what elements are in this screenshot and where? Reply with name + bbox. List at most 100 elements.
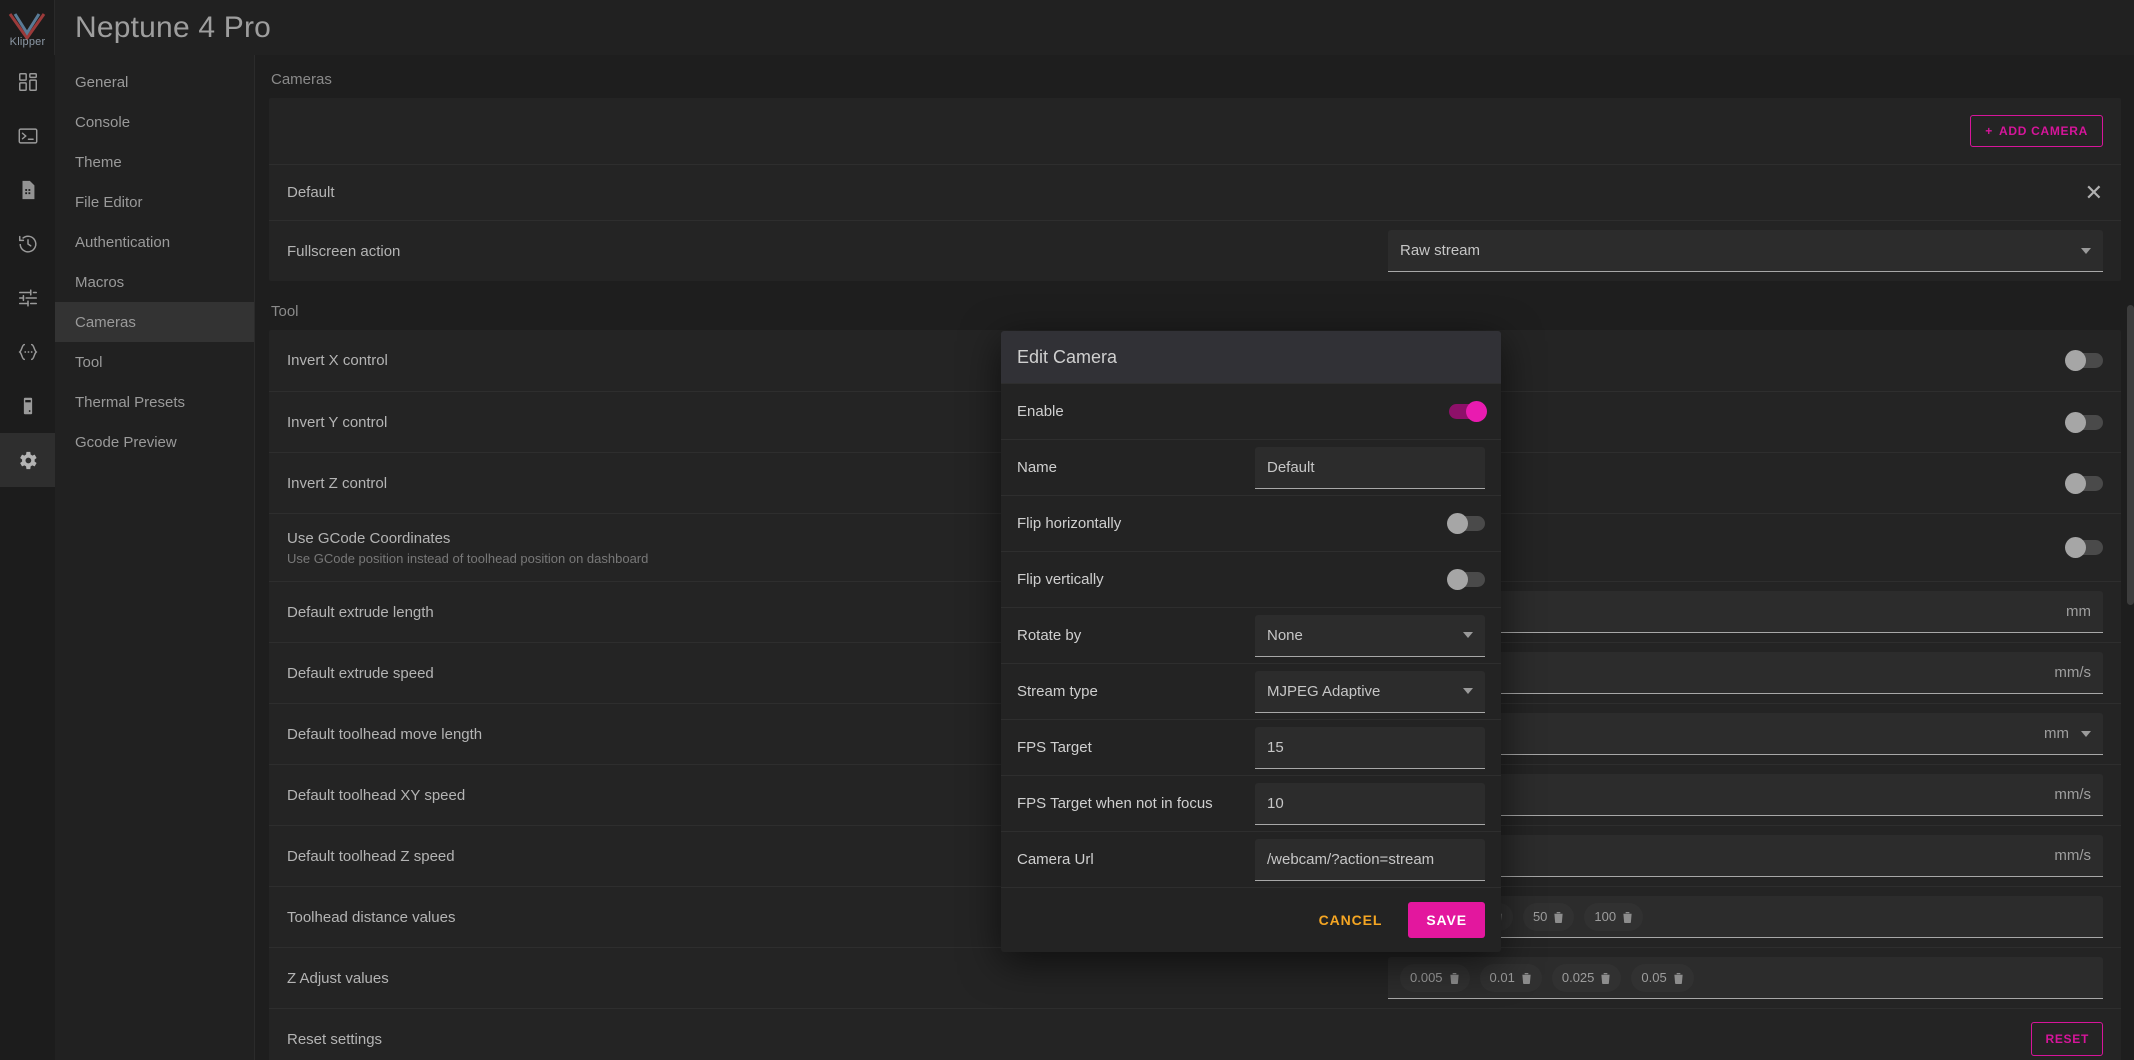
rail-item-console[interactable] (0, 109, 55, 163)
content-scrollbar[interactable] (2127, 55, 2134, 1060)
invert-y-toggle[interactable] (2065, 411, 2103, 433)
camera-url-label: Camera Url (1017, 851, 1094, 868)
fullscreen-action-select[interactable]: Raw stream (1388, 230, 2103, 272)
rail-item-history[interactable] (0, 217, 55, 271)
fps-target-not-in-focus-input[interactable]: 10 (1255, 782, 1485, 825)
stream-type-label: Stream type (1017, 683, 1098, 700)
name-value: Default (1267, 458, 1315, 476)
name-label: Name (1017, 459, 1058, 476)
trash-icon[interactable] (1449, 972, 1460, 984)
chip-label: 50 (1532, 909, 1548, 924)
klipper-logo[interactable]: Klipper (0, 0, 55, 55)
fullscreen-action-label: Fullscreen action (287, 242, 401, 260)
add-camera-button[interactable]: + ADD CAMERA (1970, 115, 2103, 147)
fps-target-value: 15 (1267, 738, 1284, 756)
sidebar-item-authentication[interactable]: Authentication (55, 222, 254, 262)
printer-icon (17, 395, 39, 417)
cancel-button[interactable]: CANCEL (1309, 904, 1393, 936)
dialog-row-flip-horizontally: Flip horizontally (1001, 495, 1501, 551)
trash-icon[interactable] (1521, 972, 1532, 984)
sidebar-item-file-editor[interactable]: File Editor (55, 182, 254, 222)
fullscreen-action-row: Fullscreen action Raw stream (269, 220, 2121, 281)
sidebar-item-cameras[interactable]: Cameras (55, 302, 254, 342)
save-button[interactable]: SAVE (1408, 902, 1485, 938)
toggle-knob (2065, 472, 2086, 494)
trash-icon[interactable] (1600, 972, 1611, 984)
console-icon (17, 125, 39, 147)
default-toolhead-move-length-label: Default toolhead move length (287, 725, 483, 743)
trash-icon[interactable] (1622, 911, 1633, 923)
use-gcode-coordinates-toggle[interactable] (2065, 537, 2103, 558)
sidebar-item-tool[interactable]: Tool (55, 342, 254, 382)
z-adjust-chips: 0.005 0.01 0.025 0.05 (1400, 963, 1694, 992)
use-gcode-coordinates-label: Use GCode Coordinates (287, 529, 451, 547)
page-title: Neptune 4 Pro (75, 10, 272, 44)
chip-toolhead-distance[interactable]: 50 (1522, 902, 1575, 931)
row-reset-settings: Reset settings RESET (269, 1008, 2121, 1060)
stream-type-value: MJPEG Adaptive (1267, 682, 1381, 700)
logo-wordmark: Klipper (9, 36, 46, 48)
enable-label: Enable (1017, 403, 1064, 420)
toggle-knob (2065, 411, 2086, 433)
sidebar-item-console[interactable]: Console (55, 102, 254, 142)
camera-url-input[interactable]: /webcam/?action=stream (1255, 838, 1485, 881)
toggle-knob (2065, 350, 2086, 371)
invert-x-toggle[interactable] (2065, 350, 2103, 371)
rail-item-settings[interactable] (0, 433, 55, 487)
tool-section-title: Tool (271, 303, 299, 320)
default-extrude-speed-label: Default extrude speed (287, 664, 434, 682)
chip-z-adjust[interactable]: 0.025 (1551, 963, 1622, 992)
sidebar-item-general[interactable]: General (55, 62, 254, 102)
toggle-knob (1466, 401, 1487, 422)
enable-toggle[interactable] (1449, 401, 1487, 422)
trash-icon[interactable] (1553, 911, 1564, 923)
rail-item-files[interactable] (0, 163, 55, 217)
flip-vertically-label: Flip vertically (1017, 571, 1104, 588)
fps-target-input[interactable]: 15 (1255, 726, 1485, 769)
reset-settings-label: Reset settings (287, 1030, 383, 1048)
z-adjust-values-input[interactable]: 0.005 0.01 0.025 0.05 (1388, 957, 2103, 999)
stream-type-select[interactable]: MJPEG Adaptive (1255, 670, 1485, 713)
chip-z-adjust[interactable]: 0.05 (1631, 963, 1694, 992)
dialog-row-enable: Enable (1001, 383, 1501, 439)
row-z-adjust-values: Z Adjust values 0.005 0.01 0.025 0.05 (269, 947, 2121, 1008)
scrollbar-thumb[interactable] (2127, 305, 2134, 605)
sidebar-item-gcode-preview[interactable]: Gcode Preview (55, 422, 254, 462)
flip-horizontally-toggle[interactable] (1447, 513, 1485, 534)
file-icon (17, 179, 39, 201)
chip-label: 0.05 (1641, 970, 1667, 985)
use-gcode-coordinates-description: Use GCode position instead of toolhead p… (287, 550, 649, 566)
chip-toolhead-distance[interactable]: 100 (1584, 902, 1644, 931)
reset-settings-button[interactable]: RESET (2031, 1022, 2103, 1056)
sidebar-item-macros[interactable]: Macros (55, 262, 254, 302)
trash-icon[interactable] (1673, 972, 1684, 984)
fps-target-not-in-focus-label: FPS Target when not in focus (1017, 795, 1213, 812)
chip-z-adjust[interactable]: 0.01 (1479, 963, 1542, 992)
plus-icon: + (1985, 124, 1993, 138)
invert-z-toggle[interactable] (2065, 472, 2103, 494)
dialog-row-fps-target-not-in-focus: FPS Target when not in focus 10 (1001, 775, 1501, 831)
default-toolhead-z-speed-label: Default toolhead Z speed (287, 847, 455, 865)
close-icon[interactable]: ✕ (2085, 181, 2103, 204)
flip-horizontally-label: Flip horizontally (1017, 515, 1122, 532)
add-camera-label: ADD CAMERA (1999, 124, 2088, 138)
chip-z-adjust[interactable]: 0.005 (1400, 963, 1470, 992)
sidebar-item-theme[interactable]: Theme (55, 142, 254, 182)
flip-vertically-toggle[interactable] (1447, 569, 1485, 590)
app-bar: Klipper Neptune 4 Pro (0, 0, 2134, 55)
chevron-down-icon (1463, 632, 1473, 638)
rail-item-printer[interactable] (0, 379, 55, 433)
toggle-knob (2065, 537, 2086, 558)
default-toolhead-z-speed-unit: mm/s (2054, 847, 2091, 864)
rotate-by-select[interactable]: None (1255, 614, 1485, 657)
name-input[interactable]: Default (1255, 446, 1485, 489)
sidebar-item-thermal-presets[interactable]: Thermal Presets (55, 382, 254, 422)
settings-nav: General Console Theme File Editor Authen… (55, 55, 255, 1060)
default-extrude-length-unit: mm (2066, 603, 2091, 620)
rail-item-dashboard[interactable] (0, 55, 55, 109)
dashboard-icon (17, 71, 39, 93)
rail-item-macros[interactable] (0, 325, 55, 379)
fps-target-label: FPS Target (1017, 739, 1092, 756)
rail-item-tune[interactable] (0, 271, 55, 325)
dialog-row-rotate-by: Rotate by None (1001, 607, 1501, 663)
